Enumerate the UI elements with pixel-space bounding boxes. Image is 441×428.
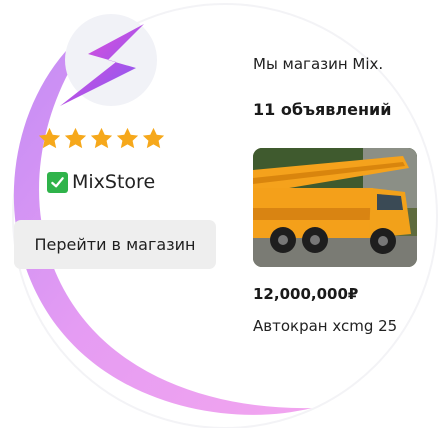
star-icon [90, 127, 113, 149]
ad-title[interactable]: Автокран xcmg 25 [253, 317, 397, 335]
go-to-store-label: Перейти в магазин [34, 235, 196, 254]
star-icon [116, 127, 139, 149]
store-rating [37, 126, 166, 151]
store-description: Мы магазин Mix. [253, 55, 384, 73]
ad-price: 12,000,000₽ [253, 285, 359, 303]
truck-crane-photo [253, 148, 417, 267]
green-check-icon [47, 171, 68, 193]
store-name-label: MixStore [72, 171, 156, 193]
ads-count: 11 объявлений [253, 100, 392, 119]
star-icon [64, 127, 87, 149]
store-name: MixStore [47, 171, 155, 193]
lightning-bolt-icon [60, 24, 144, 106]
star-icon [38, 127, 61, 149]
ad-card[interactable]: 12,000,000₽ Автокран xcmg 25 [253, 148, 417, 338]
go-to-store-button[interactable]: Перейти в магазин [14, 220, 216, 269]
star-icon [142, 127, 165, 149]
